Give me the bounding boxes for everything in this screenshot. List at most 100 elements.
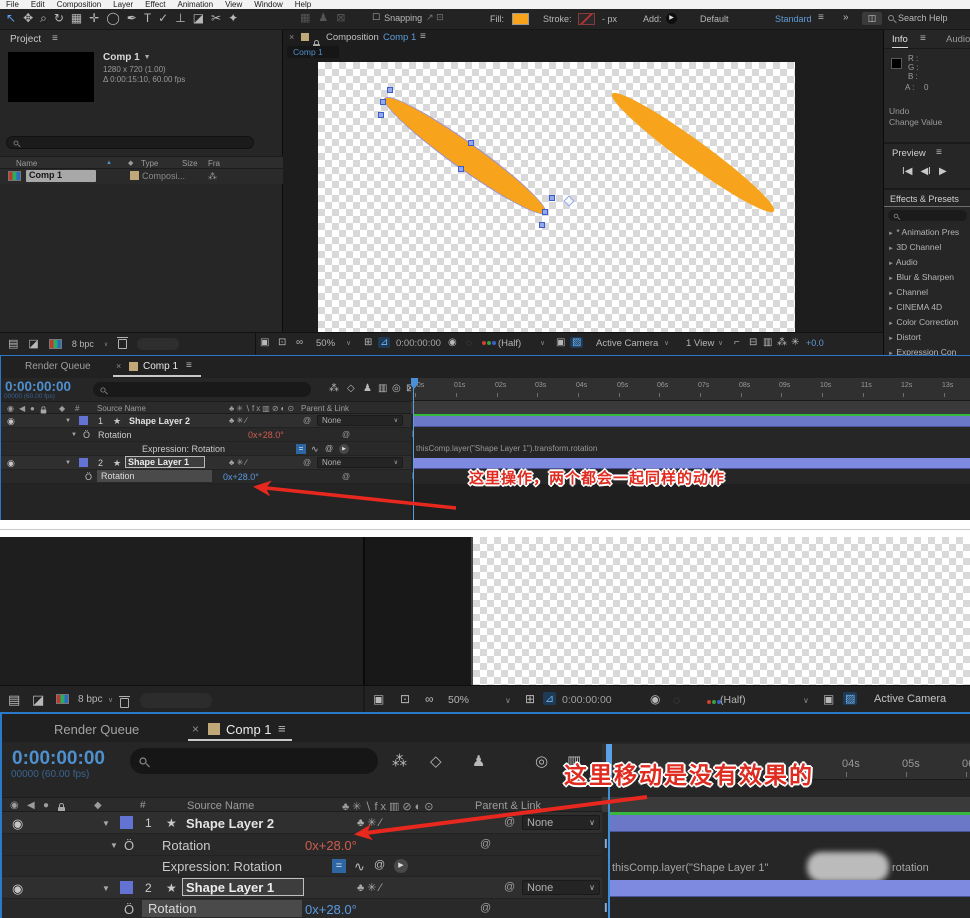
expression-label[interactable]: Expression: Rotation (162, 859, 282, 874)
new-composition-icon[interactable] (49, 339, 62, 349)
vr-goggles-icon[interactable]: ∞ (296, 338, 303, 348)
property-name[interactable]: Rotation (98, 430, 132, 440)
snapshot-icon[interactable]: ◉ (650, 693, 660, 705)
effects-category[interactable]: ► Blur & Sharpen (888, 271, 970, 286)
shape-tool-icon[interactable]: ◯ (106, 12, 119, 24)
effects-category[interactable]: ► 3D Channel (888, 241, 970, 256)
transparency-icon[interactable]: ▨ (570, 337, 583, 348)
pick-whip-icon[interactable]: @ (480, 902, 491, 914)
grid-guides-icon[interactable]: ⌐ (734, 338, 740, 348)
property-row-rotation-1[interactable]: ▼ Ö Rotation 0x+28.0° @ (1, 428, 411, 442)
active-camera-dropdown[interactable]: Active Camera (596, 338, 658, 349)
resolution-value[interactable]: (Half) (498, 338, 521, 349)
monitor-icon[interactable]: ⊡ (278, 338, 286, 348)
column-frame[interactable]: Fra (208, 159, 220, 168)
panel-menu-icon[interactable]: ≡ (420, 32, 426, 42)
selection-handle[interactable] (380, 99, 386, 105)
expression-text[interactable]: thisComp.layer("Shape Layer 1").transfor… (416, 444, 597, 453)
column-type[interactable]: Type (141, 159, 158, 168)
eye-icon[interactable]: ◉ (7, 416, 15, 427)
tab-info[interactable]: Info (892, 34, 908, 49)
panel-menu-icon[interactable]: ≡ (278, 722, 286, 735)
snapping-icons[interactable]: ↗ ⊡ (426, 12, 444, 23)
comp-info-name[interactable]: Comp 1 (103, 52, 140, 63)
new-composition-icon[interactable] (56, 694, 69, 704)
comp-flowchart-icon[interactable]: ⁂ (329, 384, 339, 394)
trash-icon[interactable] (118, 339, 127, 349)
fill-label[interactable]: Fill: (490, 14, 504, 24)
current-timecode[interactable]: 0:00:00:00 (5, 379, 71, 394)
twirl-icon[interactable]: ▼ (65, 418, 71, 424)
layer-switches[interactable]: ♣ ✳ ∕ (229, 458, 247, 467)
comp-info-caret-icon[interactable]: ▼ (144, 54, 151, 61)
workspace-menu-icon[interactable]: ≡ (818, 13, 824, 23)
parent-dropdown[interactable]: None∨ (317, 457, 403, 468)
effects-category[interactable]: ► Channel (888, 286, 970, 301)
comp-sub-tab[interactable]: Comp 1 (287, 46, 339, 58)
property-name[interactable]: Rotation (162, 838, 210, 853)
resolution-caret-icon[interactable]: ∨ (803, 696, 809, 705)
menu-edit[interactable]: Edit (31, 0, 45, 9)
mask-visibility-icon[interactable]: ⊟ (749, 338, 757, 348)
menu-help[interactable]: Help (295, 0, 311, 9)
project-bpc-button[interactable]: 8 bpc (78, 694, 102, 705)
layer-duration-bar-1[interactable] (413, 416, 970, 427)
layer-duration-bar-1[interactable] (608, 815, 970, 832)
eraser-tool-icon[interactable]: ◪ (193, 12, 204, 24)
puppet-tool-icon[interactable]: ✦ (228, 12, 238, 24)
parent-dropdown[interactable]: None∨ (317, 415, 403, 426)
layer-color-chip[interactable] (120, 881, 133, 894)
menu-animation[interactable]: Animation (177, 0, 213, 9)
stopwatch-icon[interactable]: Ö (124, 838, 134, 853)
effects-presets-title[interactable]: Effects & Presets (890, 194, 959, 204)
layer-row-2[interactable]: ◉ ▼ 2 ★ Shape Layer 1 ♣ ✳ ∕ @ None∨ (2, 877, 602, 899)
expression-row[interactable]: Expression: Rotation = ∿ @ ▶ (1, 442, 411, 456)
magnification-caret-icon[interactable]: ∨ (505, 696, 511, 705)
stroke-width-label[interactable]: - px (602, 14, 617, 24)
stroke-label[interactable]: Stroke: (543, 14, 572, 24)
composition-tab-label[interactable]: Composition (326, 32, 379, 43)
roto-brush-tool-icon[interactable]: ✂ (211, 12, 221, 24)
parent-whip-icon[interactable]: @ (504, 881, 515, 893)
panel-menu-icon[interactable]: ≡ (936, 148, 942, 158)
property-name-highlighted[interactable]: Rotation (97, 470, 212, 482)
tab-audio[interactable]: Audio (946, 34, 970, 45)
project-search-box[interactable] (6, 136, 254, 149)
adjust-exposure-icon[interactable]: ✳ (791, 338, 799, 348)
label-color-chip[interactable] (130, 171, 139, 180)
view-caret-icon[interactable]: ∨ (718, 339, 723, 347)
pick-whip-icon[interactable]: @ (342, 430, 350, 439)
stamp-tool-icon[interactable]: ⊥ (175, 12, 185, 24)
menu-effect[interactable]: Effect (145, 0, 165, 9)
brush-tool-icon[interactable]: ✓ (158, 12, 168, 24)
text-tool-icon[interactable]: T (144, 12, 151, 24)
workspace-default-label[interactable]: Default (700, 14, 729, 24)
close-tab-icon[interactable]: × (116, 361, 121, 371)
frame-blending-icon[interactable]: ▥ (378, 384, 387, 394)
preview-panel-title[interactable]: Preview (892, 148, 926, 159)
stopwatch-icon[interactable]: Ö (124, 902, 134, 917)
expression-text-suffix[interactable]: rotation (892, 862, 929, 874)
layer-switches[interactable]: ♣ ✳ ∕ (357, 881, 381, 894)
comp-flowchart-icon[interactable]: ⁂ (392, 754, 407, 769)
expression-whip-icon[interactable]: @ (325, 444, 333, 453)
expression-enable-icon[interactable]: = (332, 859, 346, 873)
selection-handle[interactable] (549, 195, 555, 201)
multi-view-icon[interactable]: ▣ (260, 338, 269, 348)
stopwatch-icon[interactable]: Ö (83, 430, 90, 440)
interpret-footage-icon[interactable]: ▤ (8, 693, 20, 706)
roi-icon[interactable]: ⊞ (525, 693, 535, 705)
selection-handle[interactable] (458, 166, 464, 172)
motion-blur-icon[interactable]: ◎ (535, 754, 548, 769)
selection-handle[interactable] (387, 87, 393, 93)
multi-view-icon[interactable]: ▣ (373, 693, 384, 705)
pill-button[interactable] (137, 338, 179, 350)
parent-link-column[interactable]: Parent & Link (301, 404, 349, 413)
snapping-label[interactable]: Snapping (384, 13, 422, 23)
pan-behind-tool-icon[interactable]: ✛ (89, 12, 99, 24)
property-name-highlighted[interactable]: Rotation (142, 900, 302, 917)
effects-category[interactable]: ► Audio (888, 256, 970, 271)
time-ruler[interactable]: 00s 01s 02s 03s 04s 05s 06s 07s 08s 09s … (411, 378, 970, 401)
property-row-rotation-2[interactable]: Ö Rotation 0x+28.0° @ (2, 899, 602, 918)
layer-name[interactable]: Shape Layer 2 (129, 416, 190, 426)
